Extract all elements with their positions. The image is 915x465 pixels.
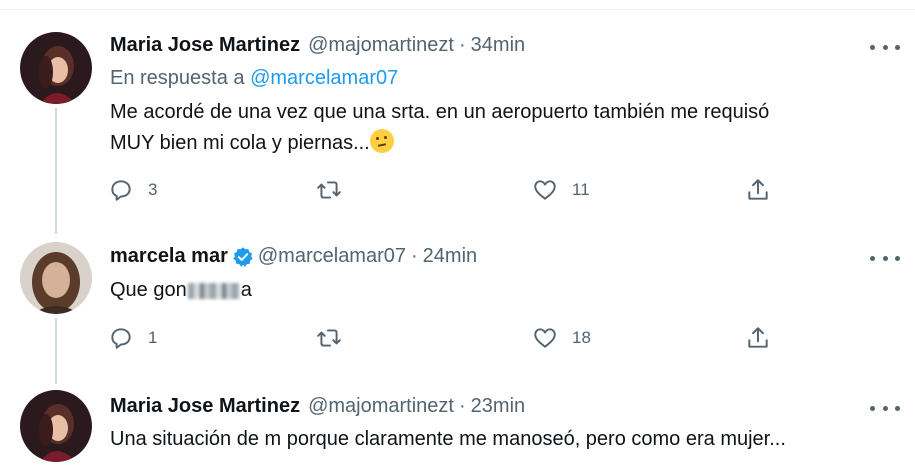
display-name[interactable]: Maria Jose Martinez (110, 395, 300, 418)
avatar[interactable] (20, 390, 92, 462)
reply-handle-link[interactable]: @marcelamar07 (250, 67, 398, 89)
share-button[interactable] (745, 175, 771, 205)
tweet-text: Una situación de m porque claramente me … (110, 424, 786, 455)
more-options-icon[interactable] (870, 398, 900, 418)
tweet-text-line: MUY bien mi cola y piernas... (110, 132, 370, 154)
tweet-header: marcela mar @marcelamar07 · 24min (110, 245, 477, 268)
tweet-header: Maria Jose Martinez @majomartinezt · 34m… (110, 34, 525, 57)
like-button[interactable]: 18 (532, 323, 591, 353)
tweet-text-line: Me acordé de una vez que una srta. en un… (110, 101, 770, 123)
like-button[interactable]: 11 (532, 175, 590, 205)
tweet-text-line: Una situación de m porque claramente me … (110, 428, 786, 450)
retweet-icon (317, 329, 341, 347)
like-count: 18 (572, 328, 591, 347)
display-name[interactable]: Maria Jose Martinez (110, 34, 300, 57)
retweet-button[interactable] (316, 175, 356, 205)
thinking-face-emoji-icon (369, 129, 394, 153)
separator-dot: · (458, 34, 466, 56)
share-button[interactable] (745, 323, 771, 353)
tweet-text: Que gon a (110, 275, 252, 306)
user-handle[interactable]: @marcelamar07 (258, 245, 406, 268)
heart-icon (534, 328, 556, 348)
user-handle[interactable]: @majomartinezt (308, 395, 454, 418)
reply-count: 1 (148, 328, 158, 347)
display-name[interactable]: marcela mar (110, 245, 228, 268)
share-icon (748, 179, 768, 200)
reply-context: En respuesta a @marcelamar07 (110, 67, 398, 90)
tweet-actions: 1 18 (108, 323, 788, 353)
timestamp[interactable]: 23min (471, 395, 525, 418)
reply-icon (111, 180, 131, 201)
thread-connector-line (55, 318, 57, 384)
tweet-text: Me acordé de una vez que una srta. en un… (110, 97, 769, 159)
share-icon (748, 327, 768, 348)
heart-icon (534, 180, 556, 200)
censored-blur (187, 282, 240, 299)
timestamp[interactable]: 24min (423, 245, 477, 268)
avatar[interactable] (20, 32, 92, 104)
reply-icon (111, 328, 131, 349)
reply-prefix: En respuesta a (110, 67, 245, 89)
tweet-text-start: Que gon (110, 279, 187, 301)
separator-dot: · (411, 245, 418, 267)
verified-badge-icon (233, 246, 253, 267)
tweet-actions: 3 11 (108, 175, 788, 205)
retweet-button[interactable] (316, 323, 356, 353)
user-handle[interactable]: @majomartinezt (308, 34, 454, 57)
avatar[interactable] (20, 242, 92, 314)
more-options-icon[interactable] (870, 248, 900, 268)
top-divider (0, 9, 915, 10)
separator-dot: · (458, 395, 466, 417)
tweet-text-end: a (240, 279, 252, 301)
more-options-icon[interactable] (870, 37, 900, 57)
reply-count: 3 (148, 180, 158, 199)
reply-button[interactable]: 3 (108, 175, 157, 205)
reply-button[interactable]: 1 (108, 323, 157, 353)
timestamp[interactable]: 34min (471, 34, 525, 57)
tweet-header: Maria Jose Martinez @majomartinezt · 23m… (110, 395, 525, 418)
thread-connector-line (55, 108, 57, 234)
like-count: 11 (572, 180, 590, 199)
retweet-icon (317, 181, 341, 199)
